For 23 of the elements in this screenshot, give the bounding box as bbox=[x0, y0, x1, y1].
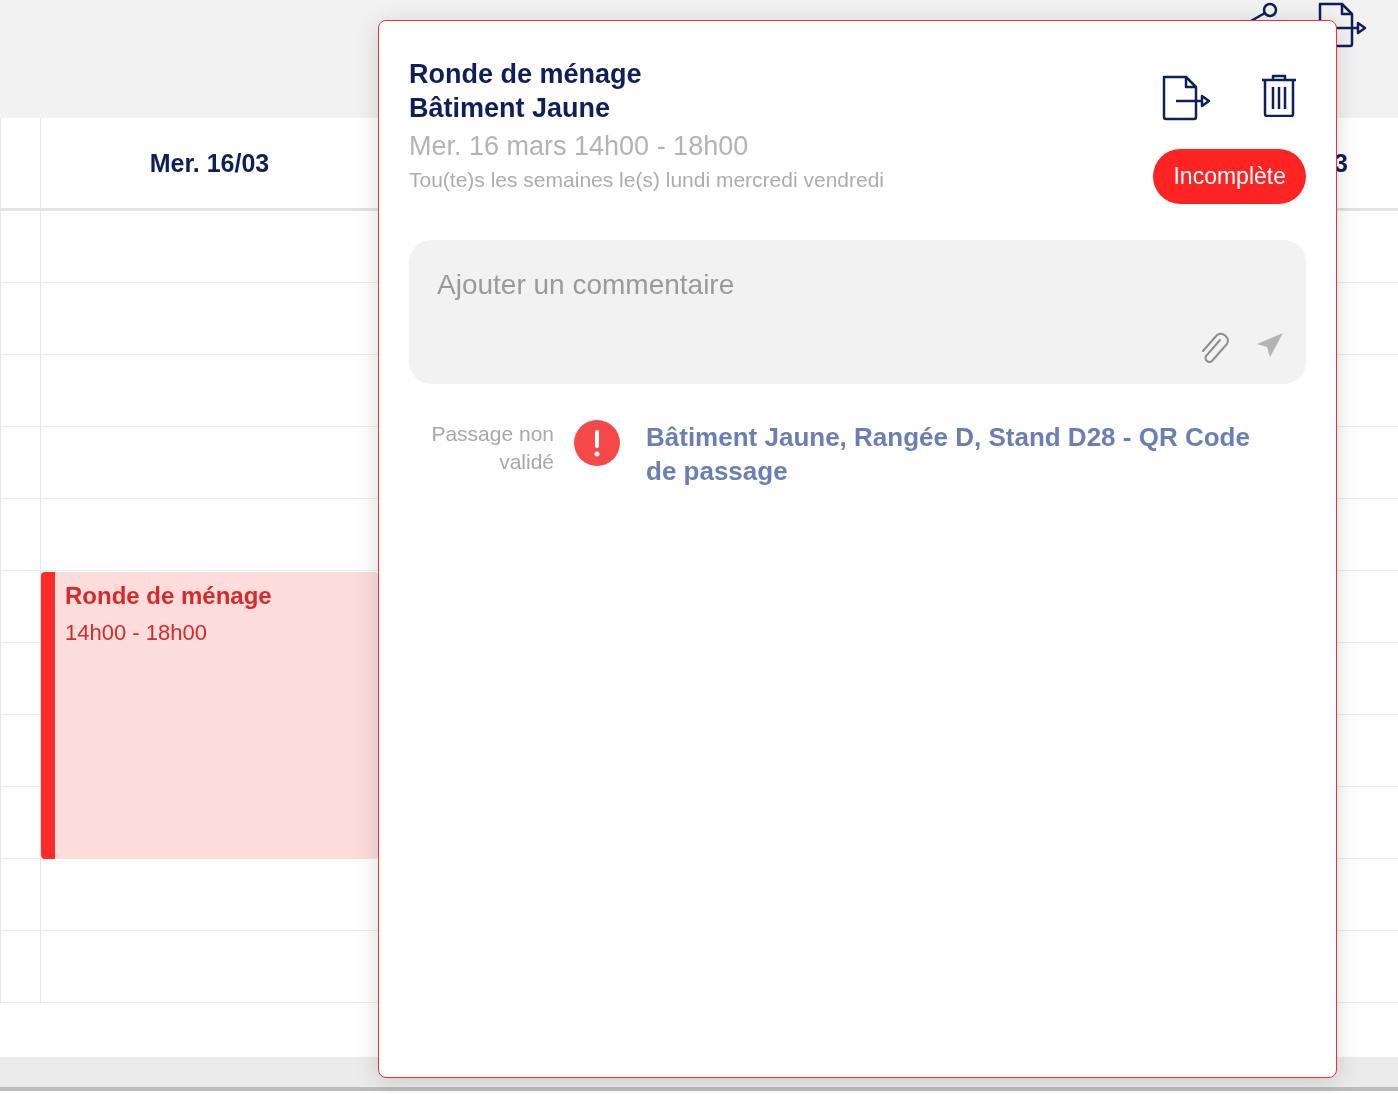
checkpoint-link[interactable]: Bâtiment Jaune, Rangée D, Stand D28 - QR Code de passage bbox=[646, 420, 1286, 488]
time-slot bbox=[0, 571, 40, 643]
event-title: Ronde de ménage bbox=[65, 582, 273, 610]
event-datetime: Mer. 16 mars 14h00 - 18h00 bbox=[409, 131, 750, 162]
export-icon[interactable] bbox=[1161, 73, 1212, 123]
time-slot bbox=[0, 643, 40, 715]
time-slot bbox=[0, 859, 40, 931]
day-header: Mer. 16/03 bbox=[149, 148, 270, 178]
recurrence-text: Tou(te)s les semaines le(s) lundi mercredi vendredi bbox=[409, 168, 885, 192]
time-slot bbox=[0, 499, 40, 571]
time-slot bbox=[0, 283, 40, 355]
comment-field[interactable]: Ajouter un commentaire bbox=[435, 268, 1284, 302]
event-time: 14h00 - 18h00 bbox=[65, 620, 208, 646]
time-slot bbox=[0, 931, 40, 1003]
checkpoint-status: Passage non validé bbox=[430, 421, 554, 475]
time-slot bbox=[0, 715, 40, 787]
time-slot bbox=[0, 355, 40, 427]
calendar-event[interactable]: Ronde de ménage 14h00 - 18h00 bbox=[41, 572, 378, 859]
trash-icon[interactable] bbox=[1259, 73, 1298, 117]
popup-title: Ronde de ménage bbox=[409, 58, 643, 91]
status-badge: Incomplète bbox=[1153, 149, 1306, 204]
time-slot bbox=[0, 427, 40, 499]
popup-subtitle: Bâtiment Jaune bbox=[409, 92, 612, 125]
